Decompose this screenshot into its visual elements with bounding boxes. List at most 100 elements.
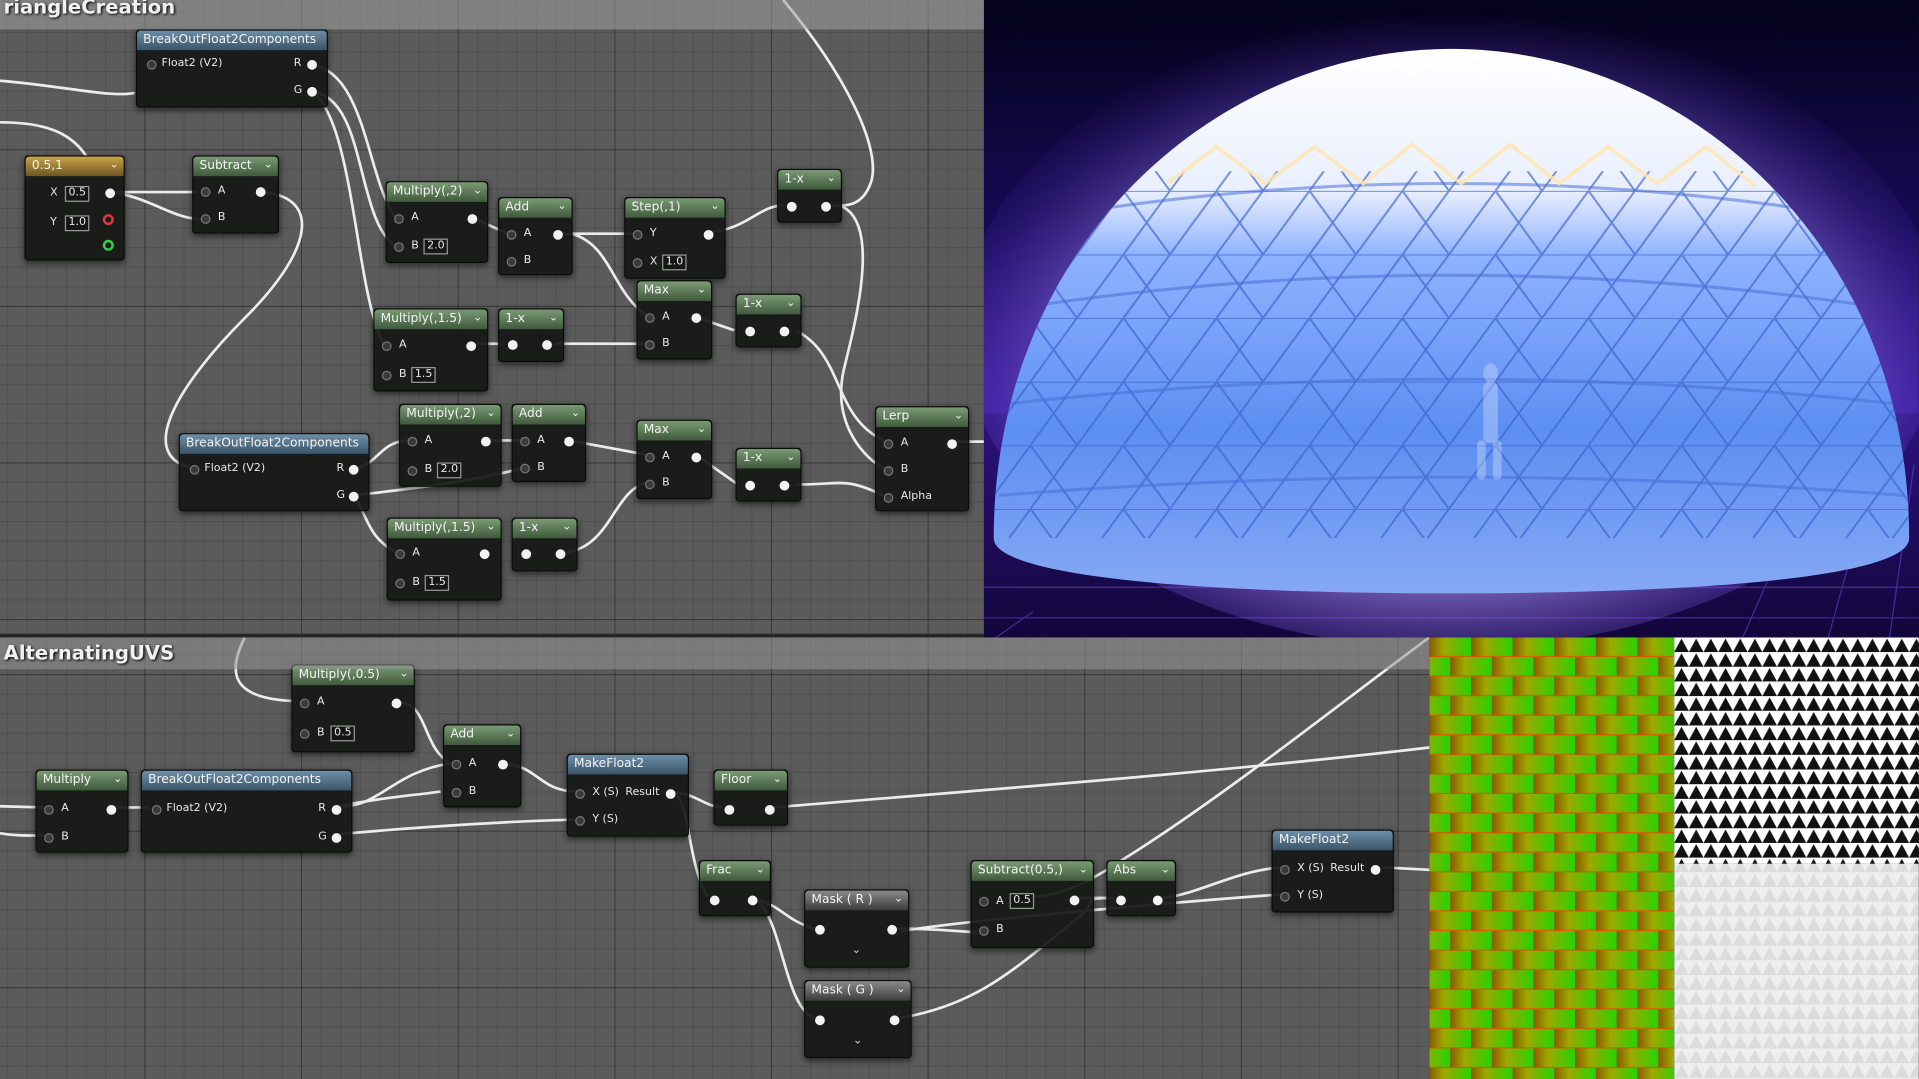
node-header[interactable]: 0.5,1 ⌄ [25,156,124,177]
node-add-bottom[interactable]: Add ⌄ A B [443,724,522,808]
node-one-minus-a[interactable]: 1-x ⌄ [777,168,842,223]
pin-icon[interactable] [506,256,517,267]
pin-icon[interactable] [44,804,54,815]
node-step[interactable]: Step(,1) ⌄ Y X 1.0 [624,196,726,279]
pin-icon[interactable] [815,1015,825,1026]
node-header[interactable]: 1-x ⌄ [736,294,801,315]
pin-icon[interactable] [480,436,491,447]
chevron-down-icon[interactable]: ⌄ [697,281,706,299]
pin-icon[interactable] [299,729,310,739]
node-header[interactable]: Multiply(,2) ⌄ [400,404,501,425]
graph-triangle-creation[interactable]: riangleCreation BreakOutFloat2Components… [0,0,984,634]
node-header[interactable]: Subtract(0.5,) ⌄ [971,861,1093,881]
pin-icon[interactable] [407,466,418,476]
chevron-down-icon[interactable]: ⌄ [786,295,795,313]
node-multiply15-top[interactable]: Multiply(,1.5) ⌄ A B 1.5 [373,308,489,392]
pin-icon[interactable] [575,789,585,799]
node-header[interactable]: 1-x ⌄ [778,170,841,190]
value-field[interactable]: 1.5 [424,574,450,591]
pin-icon[interactable] [632,258,643,268]
pin-icon[interactable] [883,439,894,449]
pin-icon[interactable] [331,833,342,843]
node-add-top[interactable]: Add ⌄ A B [498,196,573,276]
pin-icon[interactable] [394,214,404,224]
pin-icon[interactable] [779,480,790,491]
node-mask-r[interactable]: Mask ( R ) ⌄ ⌄ [804,889,910,968]
pin-icon[interactable] [691,452,702,463]
pin-icon[interactable] [102,239,114,251]
pin-icon[interactable] [691,313,702,323]
pin-icon[interactable] [883,493,894,503]
pin-icon[interactable] [521,549,532,560]
pin-icon[interactable] [105,188,116,199]
pin-icon[interactable] [724,804,735,815]
chevron-down-icon[interactable]: ⌄ [473,182,482,200]
chevron-down-icon[interactable]: ⌄ [264,157,273,175]
pin-icon[interactable] [381,370,392,381]
node-lerp[interactable]: Lerp ⌄ A B Alpha [875,406,970,512]
chevron-down-icon[interactable]: ⌄ [562,519,571,537]
pin-icon[interactable] [665,789,676,799]
value-field[interactable]: 0.5 [330,725,356,742]
value-field[interactable]: 1.0 [64,215,90,232]
pin-icon[interactable] [200,187,211,197]
pin-icon[interactable] [745,326,756,337]
chevron-down-icon[interactable]: ⌄ [756,861,765,879]
node-header[interactable]: Max ⌄ [637,281,712,301]
value-field[interactable]: 0.5 [64,185,90,202]
pin-icon[interactable] [451,759,462,770]
node-floor[interactable]: Floor ⌄ [713,769,789,826]
node-header[interactable]: BreakOutFloat2Components [141,770,352,791]
chevron-down-icon[interactable]: ⌄ [1161,861,1170,879]
node-header[interactable]: MakeFloat2 [1272,830,1393,851]
node-breakout-mid[interactable]: BreakOutFloat2Components Float2 (V2) R G [178,433,370,512]
node-header[interactable]: MakeFloat2 [567,754,688,775]
node-subtract-top[interactable]: Subtract ⌄ A B [192,155,280,234]
node-header[interactable]: Frac ⌄ [700,861,770,881]
pin-icon[interactable] [307,86,317,97]
pin-icon[interactable] [467,214,478,224]
chevron-down-icon[interactable]: ⌄ [557,198,566,216]
node-multiply2-top[interactable]: Multiply(,2) ⌄ A B 2.0 [385,181,489,264]
pin-icon[interactable] [498,759,508,770]
pin-icon[interactable] [395,578,406,589]
node-multiply-bottom[interactable]: Multiply ⌄ A B [35,769,129,853]
pin-icon[interactable] [821,201,831,212]
node-header[interactable]: Step(,1) ⌄ [625,198,725,218]
chevron-down-icon[interactable]: ⌄ [113,771,122,789]
pin-icon[interactable] [779,326,790,337]
node-makefloat2-b[interactable]: MakeFloat2 X (S) Result Y (S) [1271,829,1394,913]
chevron-down-icon[interactable]: ⌄ [697,421,706,439]
pin-icon[interactable] [979,926,989,936]
pin-icon[interactable] [555,549,566,560]
pin-icon[interactable] [1069,895,1080,906]
node-header[interactable]: Multiply(,1.5) ⌄ [387,518,501,539]
pin-icon[interactable] [1116,895,1126,906]
node-header[interactable]: Add ⌄ [499,198,572,218]
pin-icon[interactable] [1152,895,1163,906]
pin-icon[interactable] [189,464,200,475]
node-frac[interactable]: Frac ⌄ [698,860,771,917]
chevron-down-icon[interactable]: ⌄ [853,1035,862,1047]
pin-icon[interactable] [703,229,714,240]
pin-icon[interactable] [883,466,894,476]
pin-icon[interactable] [479,549,490,560]
node-header[interactable]: 1-x ⌄ [499,309,563,330]
node-header[interactable]: Lerp ⌄ [876,407,969,427]
node-breakout-bottom[interactable]: BreakOutFloat2Components Float2 (V2) R G [140,769,353,853]
chevron-down-icon[interactable]: ⌄ [827,170,836,188]
node-header[interactable]: Add ⌄ [512,404,585,425]
pin-icon[interactable] [709,895,720,906]
value-field[interactable]: 1.0 [662,254,687,271]
pin-icon[interactable] [381,341,392,352]
pin-icon[interactable] [979,896,989,907]
pin-icon[interactable] [745,480,756,491]
node-abs[interactable]: Abs ⌄ [1106,860,1177,917]
chevron-down-icon[interactable]: ⌄ [506,725,515,743]
pin-icon[interactable] [331,804,342,815]
pin-icon[interactable] [1280,891,1290,902]
pin-icon[interactable] [394,242,404,253]
pin-icon[interactable] [644,340,655,350]
pin-icon[interactable] [1280,864,1290,875]
value-field[interactable]: 0.5 [1009,893,1035,909]
